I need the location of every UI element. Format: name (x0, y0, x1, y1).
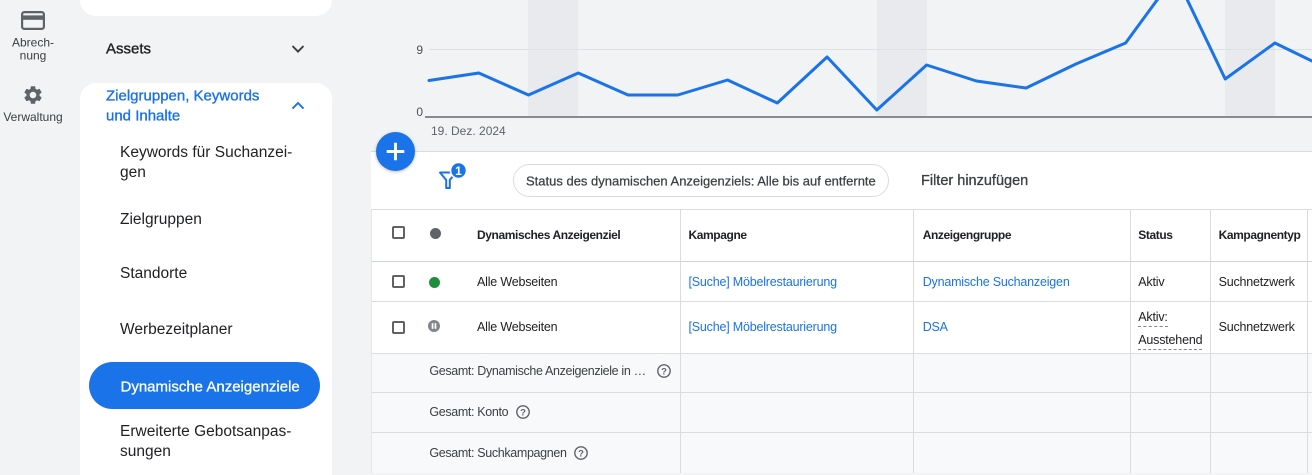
svg-text:?: ? (661, 367, 667, 378)
svg-text:?: ? (520, 408, 526, 419)
svg-text:1: 1 (455, 164, 462, 178)
svg-text:?: ? (578, 448, 584, 459)
